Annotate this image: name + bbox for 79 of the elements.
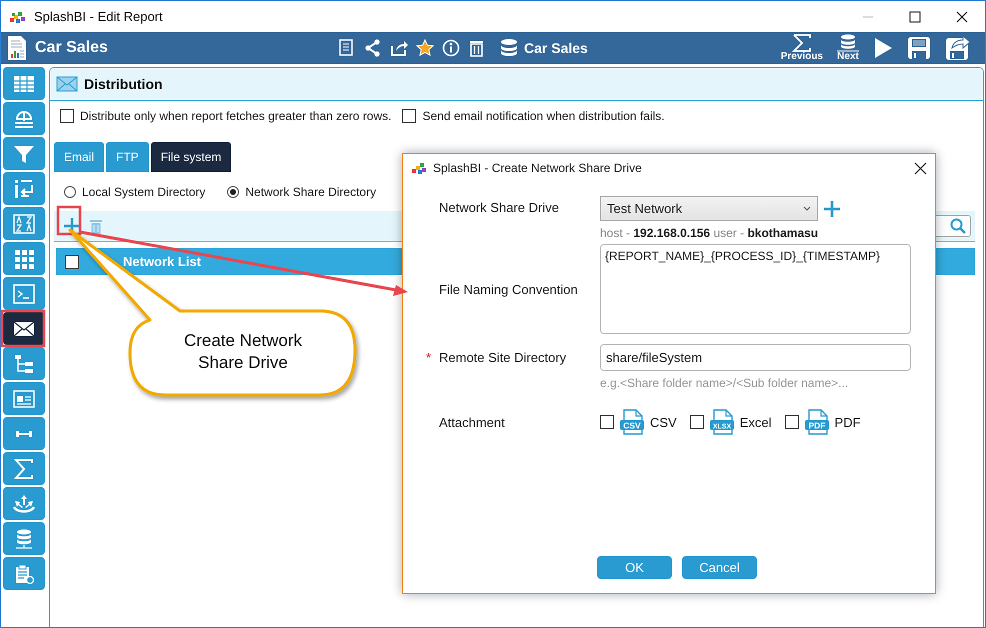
trash-icon[interactable]: [90, 218, 102, 234]
trash-icon[interactable]: [468, 39, 486, 57]
database-icon: [500, 38, 518, 58]
tab[interactable]: File system: [150, 142, 232, 172]
required-mark: *: [426, 350, 432, 365]
file-naming-field[interactable]: {REPORT_NAME}_{PROCESS_ID}_{TIMESTAMP}: [600, 244, 911, 334]
next-button[interactable]: Next: [837, 34, 859, 62]
share-icon[interactable]: [364, 39, 382, 57]
document-icon[interactable]: [338, 39, 356, 57]
add-icon[interactable]: [824, 200, 840, 216]
sidebar-tool-button[interactable]: [3, 312, 45, 345]
column-header: Network List: [123, 254, 202, 269]
star-icon[interactable]: [416, 39, 434, 57]
checkbox[interactable]: [60, 109, 74, 123]
table-icon: [13, 74, 35, 94]
caret-icon: [803, 206, 811, 211]
export-icon[interactable]: [390, 39, 408, 57]
checkbox[interactable]: [402, 109, 416, 123]
checkbox-label: Distribute only when report fetches greater than zero rows.: [80, 109, 392, 123]
report-title: Car Sales: [35, 39, 109, 57]
window-title: SplashBI - Edit Report: [34, 9, 163, 24]
sigma-icon: [790, 34, 813, 52]
grid-icon: [13, 248, 35, 268]
previous-button[interactable]: Previous: [780, 34, 823, 62]
checkbox-label: PDF: [834, 414, 861, 430]
tab[interactable]: FTP: [106, 142, 149, 172]
search-icon: [950, 218, 966, 234]
datasource-name: Car Sales: [524, 40, 588, 56]
radio-label: Local System Directory: [82, 185, 206, 199]
dialog-title: SplashBI - Create Network Share Drive: [433, 161, 642, 175]
field-label: Remote Site Directory: [439, 350, 566, 365]
sort-icon: [13, 178, 35, 198]
filter-icon: [13, 144, 35, 164]
tree-icon: [13, 354, 35, 374]
app-logo-icon: [411, 162, 427, 174]
dialog-button[interactable]: OK: [597, 556, 672, 579]
highlight-box: [56, 206, 82, 236]
field-label: Attachment: [439, 414, 505, 430]
callout-text: Create Network Share Drive: [182, 330, 304, 374]
range-icon: [16, 430, 32, 436]
dialog-button[interactable]: Cancel: [682, 556, 757, 579]
database-icon: [837, 34, 859, 52]
form-icon: [13, 388, 35, 408]
database-icon: [13, 528, 35, 548]
mail-icon: [56, 75, 78, 93]
sort-alphabet-icon: [13, 214, 35, 234]
close-icon[interactable]: [914, 162, 927, 174]
field-label: Network Share Drive: [439, 200, 559, 215]
highlight-box: [0, 310, 46, 348]
section-title: Distribution: [84, 76, 163, 92]
report-icon: [7, 35, 27, 61]
maximize-icon[interactable]: [908, 10, 920, 22]
checkbox-label: Send email notification when distribution fails.: [422, 109, 665, 123]
play-icon[interactable]: [873, 37, 893, 59]
app-logo-icon: [9, 10, 27, 24]
remote-directory-field[interactable]: share/fileSystem: [600, 344, 911, 371]
checkbox[interactable]: [784, 415, 799, 429]
tab[interactable]: Email: [54, 142, 104, 172]
checkbox[interactable]: [65, 254, 79, 268]
checkbox[interactable]: [690, 415, 704, 429]
clipboard-icon: [13, 564, 35, 584]
checkbox[interactable]: [600, 415, 614, 429]
scale-icon: [13, 108, 35, 128]
checkbox-label: Excel: [740, 414, 772, 430]
fan-icon: [13, 494, 35, 514]
save-icon[interactable]: [907, 36, 931, 60]
sigma-icon: [13, 458, 35, 478]
field-label: File Naming Convention: [439, 282, 578, 296]
connection-info: host - 192.168.0.156 user - bkothamasu: [600, 226, 820, 240]
field-hint: e.g.<Share folder name>/<Sub folder name>...: [600, 376, 850, 390]
radio-label: Network Share Directory: [245, 185, 376, 199]
terminal-icon: [13, 284, 35, 304]
close-icon[interactable]: [956, 10, 968, 22]
save-as-icon[interactable]: [945, 35, 971, 61]
info-icon[interactable]: [442, 39, 460, 57]
network-drive-dropdown[interactable]: Test Network: [600, 196, 818, 221]
checkbox-label: CSV: [650, 414, 677, 430]
radio-button[interactable]: [64, 186, 76, 198]
radio-button[interactable]: [227, 186, 240, 198]
